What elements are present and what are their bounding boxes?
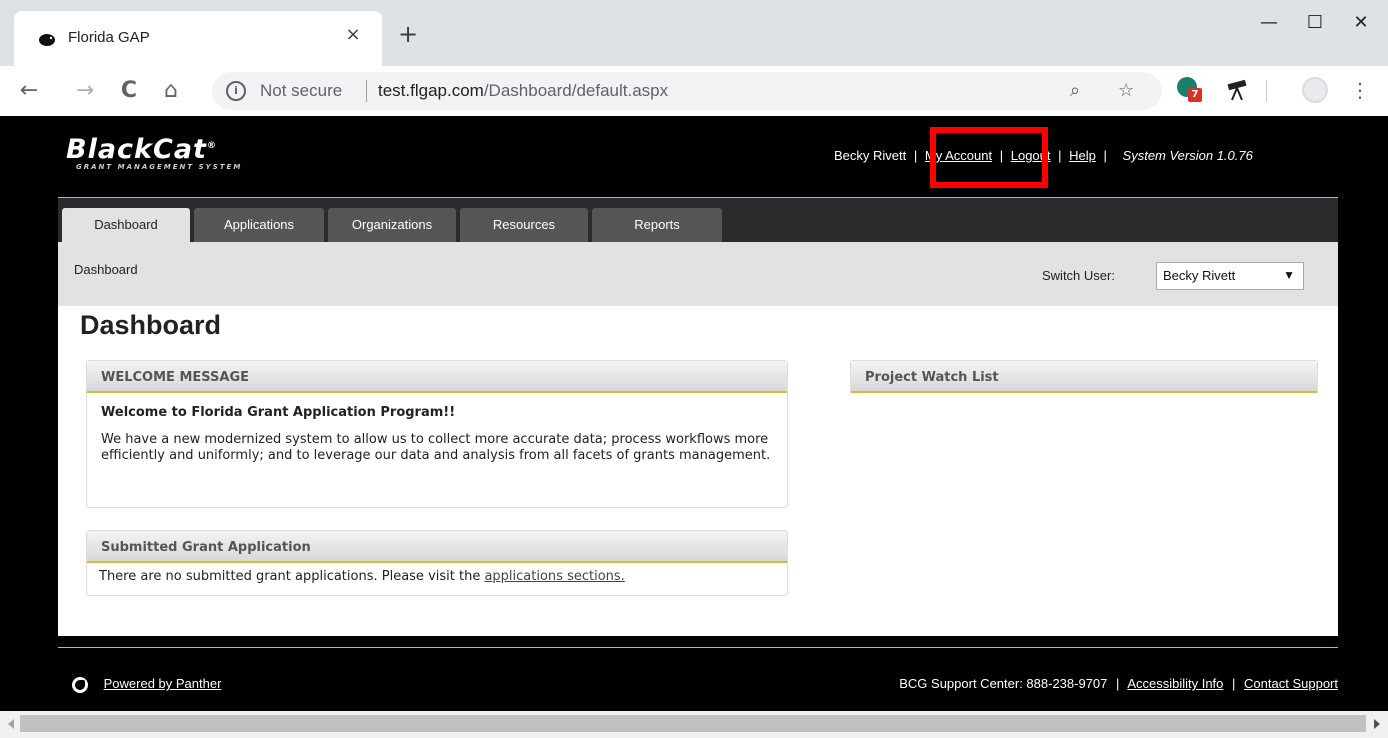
switch-user-value: Becky Rivett — [1163, 268, 1236, 283]
url-host: test.flgap.com — [378, 81, 484, 100]
tab-reports[interactable]: Reports — [592, 208, 722, 242]
profile-avatar-icon[interactable] — [1302, 77, 1328, 103]
browser-tab[interactable]: Florida GAP × — [14, 11, 382, 66]
separator: | — [1232, 676, 1236, 691]
reload-icon[interactable]: C — [116, 78, 142, 104]
welcome-panel: WELCOME MESSAGE Welcome to Florida Grant… — [86, 360, 788, 508]
omnibox-divider — [366, 80, 367, 102]
highlight-annotation-box — [930, 127, 1048, 188]
separator: | — [1058, 148, 1062, 163]
browser-tabstrip: Florida GAP × + — ☐ ✕ — [0, 0, 1388, 66]
separator: | — [1103, 148, 1107, 163]
home-icon[interactable]: ⌂ — [158, 78, 184, 104]
forward-icon[interactable]: → — [72, 78, 98, 104]
toolbar-divider — [1266, 80, 1267, 102]
bookmark-star-icon[interactable]: ☆ — [1118, 80, 1134, 101]
minimize-icon[interactable]: — — [1254, 12, 1284, 36]
scroll-right-icon[interactable] — [1374, 719, 1380, 729]
scrollbar-thumb[interactable] — [20, 715, 1366, 732]
separator: | — [1116, 676, 1120, 691]
extension-badge: 7 — [1188, 88, 1202, 102]
logo-registered: ® — [206, 141, 217, 151]
separator: | — [913, 148, 918, 163]
tab-applications[interactable]: Applications — [194, 208, 324, 242]
breadcrumb: Dashboard — [74, 262, 138, 277]
submitted-panel: Submitted Grant Application There are no… — [86, 530, 788, 596]
extension-icon[interactable]: 7 — [1176, 76, 1204, 104]
support-center-text: BCG Support Center: 888-238-9707 — [899, 676, 1108, 691]
welcome-title: Welcome to Florida Grant Application Pro… — [101, 405, 456, 420]
tab-title: Florida GAP — [68, 29, 150, 46]
footer-divider — [58, 647, 1338, 648]
back-icon[interactable]: ← — [16, 78, 42, 104]
info-icon[interactable]: i — [226, 81, 246, 101]
horizontal-scrollbar[interactable] — [0, 711, 1388, 738]
panther-icon — [72, 676, 88, 693]
tab-organizations[interactable]: Organizations — [328, 208, 456, 242]
maximize-icon[interactable]: ☐ — [1300, 12, 1330, 36]
welcome-panel-header: WELCOME MESSAGE — [87, 361, 787, 393]
footer-right: BCG Support Center: 888-238-9707 | Acces… — [899, 676, 1338, 691]
user-name: Becky Rivett — [834, 148, 907, 163]
submitted-panel-body: There are no submitted grant application… — [87, 563, 787, 590]
telescope-extension-icon[interactable] — [1224, 76, 1252, 104]
logo-text: BlackCat — [66, 134, 207, 165]
panther-favicon-icon — [39, 34, 55, 46]
submitted-text: There are no submitted grant application… — [99, 569, 485, 584]
switch-user-select[interactable]: Becky Rivett ▼ — [1156, 262, 1304, 290]
logo-subtitle: GRANT MANAGEMENT SYSTEM — [76, 163, 243, 171]
tab-dashboard[interactable]: Dashboard — [62, 208, 190, 242]
menu-icon[interactable]: ⋮ — [1350, 78, 1370, 102]
main-content: Dashboard WELCOME MESSAGE Welcome to Flo… — [58, 306, 1338, 636]
page-title: Dashboard — [80, 310, 222, 340]
window-close-icon[interactable]: ✕ — [1346, 12, 1376, 36]
welcome-panel-body: Welcome to Florida Grant Application Pro… — [87, 393, 787, 474]
welcome-text: We have a new modernized system to allow… — [101, 432, 771, 463]
tab-resources[interactable]: Resources — [460, 208, 588, 242]
contact-support-link[interactable]: Contact Support — [1244, 676, 1338, 691]
web-page: BlackCat® GRANT MANAGEMENT SYSTEM Becky … — [0, 116, 1388, 711]
sub-header: Dashboard Switch User: Becky Rivett ▼ — [58, 242, 1338, 306]
new-tab-icon[interactable]: + — [398, 22, 418, 46]
applications-sections-link[interactable]: applications sections. — [484, 569, 624, 584]
url-path: /Dashboard/default.aspx — [483, 81, 669, 100]
switch-user-label: Switch User: — [1042, 268, 1115, 283]
submitted-panel-header: Submitted Grant Application — [87, 531, 787, 563]
browser-toolbar: ← → C ⌂ i Not secure test.flgap.com/Dash… — [0, 66, 1388, 116]
dropdown-arrow-icon: ▼ — [1283, 268, 1295, 282]
watch-list-header: Project Watch List — [851, 361, 1317, 393]
accessibility-link[interactable]: Accessibility Info — [1127, 676, 1223, 691]
not-secure-label: Not secure — [260, 81, 343, 100]
system-version: System Version 1.0.76 — [1122, 148, 1253, 163]
zoom-icon[interactable]: ⌕ — [1070, 80, 1080, 101]
tab-close-icon[interactable]: × — [344, 26, 362, 44]
scroll-left-icon[interactable] — [8, 719, 14, 729]
address-bar[interactable]: i Not secure test.flgap.com/Dashboard/de… — [212, 72, 1162, 110]
powered-by-link[interactable]: Powered by Panther — [104, 676, 222, 691]
blackcat-logo[interactable]: BlackCat® GRANT MANAGEMENT SYSTEM — [66, 134, 242, 171]
url-text[interactable]: test.flgap.com/Dashboard/default.aspx — [378, 81, 668, 101]
watch-list-panel: Project Watch List — [850, 360, 1318, 394]
footer-left: Powered by Panther — [72, 676, 221, 693]
main-nav: Dashboard Applications Organizations Res… — [58, 198, 1338, 242]
help-link[interactable]: Help — [1069, 148, 1096, 163]
